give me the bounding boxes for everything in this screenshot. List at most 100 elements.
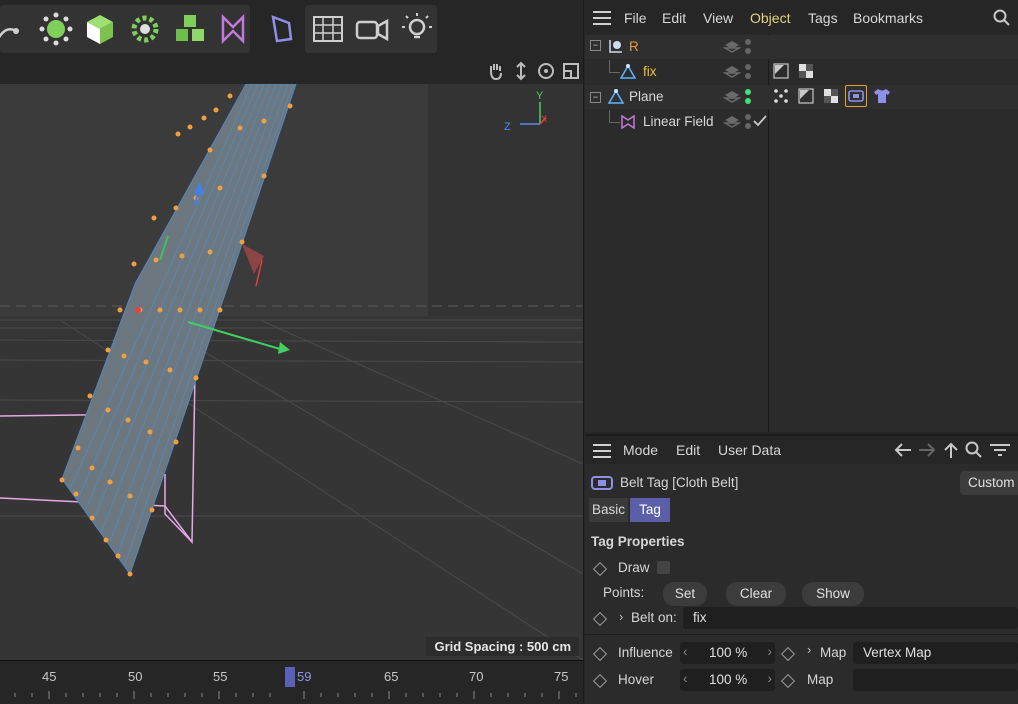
camera-icon[interactable] (352, 9, 392, 49)
filter-icon[interactable] (990, 442, 1010, 458)
hamburger-icon[interactable] (593, 443, 611, 459)
menu-view[interactable]: View (703, 10, 733, 26)
layer-icon[interactable] (723, 88, 741, 106)
selection-tag-icon[interactable] (773, 63, 789, 79)
map-field[interactable]: Vertex Map (853, 642, 1018, 664)
attribute-manager-menubar: Mode Edit User Data (585, 436, 1018, 464)
belt-tag-selected[interactable] (845, 85, 867, 107)
show-button[interactable]: Show (802, 582, 864, 606)
object-row-linear-field[interactable]: Linear Field (585, 110, 1018, 134)
keyframe-diamond-icon[interactable] (592, 611, 608, 627)
forward-arrow-icon[interactable] (917, 442, 937, 458)
editor-visibility-dot[interactable] (745, 39, 751, 45)
back-arrow-icon[interactable] (893, 442, 913, 458)
menu-mode[interactable]: Mode (623, 442, 658, 458)
deformer-icon[interactable] (261, 9, 301, 49)
points-label: Points: (603, 585, 645, 600)
keyframe-diamond-icon[interactable] (780, 673, 796, 689)
up-arrow-icon[interactable] (943, 441, 959, 459)
panel-divider[interactable] (583, 0, 584, 702)
custom-button[interactable]: Custom (960, 471, 1018, 495)
object-row-plane[interactable]: − Plane (585, 85, 1018, 109)
editor-visibility-dot[interactable] (745, 114, 751, 120)
menu-file[interactable]: File (624, 10, 647, 26)
move-view-icon[interactable] (511, 61, 531, 81)
menu-bookmarks[interactable]: Bookmarks (853, 10, 923, 26)
decrement-arrow-icon[interactable]: ‹ (683, 671, 688, 686)
gear-cloner-icon[interactable] (125, 9, 165, 49)
decrement-arrow-icon[interactable]: ‹ (683, 644, 688, 659)
point-mode-icon[interactable] (36, 9, 76, 49)
enabled-check-icon[interactable] (753, 114, 767, 128)
rotate-view-icon[interactable] (536, 61, 556, 81)
layer-icon[interactable] (723, 63, 741, 81)
map2-field[interactable] (853, 669, 1018, 691)
object-row-r[interactable]: − R (585, 35, 1018, 59)
tab-basic[interactable]: Basic (589, 498, 628, 522)
render-visibility-dot[interactable] (745, 73, 751, 79)
set-button[interactable]: Set (663, 582, 707, 606)
search-icon[interactable] (965, 441, 983, 459)
timeline-label: 75 (554, 669, 569, 684)
menu-edit[interactable]: Edit (676, 442, 700, 458)
expand-arrow-icon[interactable]: › (619, 609, 623, 624)
attribute-manager: Mode Edit User Data Belt Tag [Cloth Belt… (585, 434, 1018, 704)
maximize-view-icon[interactable] (561, 61, 581, 81)
cloth-tag-icon[interactable] (873, 88, 891, 104)
increment-arrow-icon[interactable]: › (768, 644, 773, 659)
render-visibility-dot[interactable] (745, 48, 751, 54)
collapse-toggle-icon[interactable]: − (590, 40, 601, 51)
keyframe-diamond-icon[interactable] (780, 646, 796, 662)
editor-visibility-dot[interactable] (745, 89, 751, 95)
object-name: fix (643, 64, 657, 79)
timeline-label: 55 (213, 669, 228, 684)
timeline-ruler (14, 691, 577, 699)
menu-edit[interactable]: Edit (662, 10, 686, 26)
keyframe-diamond-icon[interactable] (592, 561, 608, 577)
belt-on-field[interactable]: fix (683, 607, 1018, 629)
3d-viewport[interactable]: Y Z X Grid Spacing : 500 cm (0, 84, 583, 660)
keyframe-diamond-icon[interactable] (592, 673, 608, 689)
hover-value: 100 % (709, 672, 748, 687)
influence-field[interactable]: ‹ 100 % › (680, 642, 775, 664)
layer-icon[interactable] (723, 113, 741, 131)
expand-arrow-icon[interactable]: › (807, 642, 811, 657)
keyframe-diamond-icon[interactable] (592, 646, 608, 662)
draw-checkbox[interactable] (657, 561, 670, 574)
layer-icon[interactable] (723, 38, 741, 56)
increment-arrow-icon[interactable]: › (768, 671, 773, 686)
stack-icon[interactable] (170, 9, 210, 49)
floor-grid-icon[interactable] (308, 9, 348, 49)
current-frame-label: 59 (297, 669, 312, 684)
separator (585, 634, 1018, 635)
hamburger-icon[interactable] (593, 10, 611, 26)
texture-tag-icon[interactable] (798, 63, 814, 79)
render-visibility-dot[interactable] (745, 98, 751, 104)
cube-icon[interactable] (80, 9, 120, 49)
search-icon[interactable] (993, 9, 1011, 27)
menu-object[interactable]: Object (750, 10, 790, 26)
texture-tag-icon[interactable] (823, 88, 839, 104)
object-row-fix[interactable]: fix (585, 60, 1018, 84)
playhead[interactable] (285, 667, 295, 687)
viewport-header (0, 58, 583, 84)
collapse-toggle-icon[interactable]: − (590, 92, 601, 103)
clear-button[interactable]: Clear (726, 582, 786, 606)
vertex-map-tag-icon[interactable] (773, 88, 789, 104)
hover-label: Hover (618, 672, 655, 687)
main-toolbar (0, 0, 583, 59)
light-icon[interactable] (397, 9, 437, 49)
pan-icon[interactable] (486, 61, 506, 81)
pen-icon[interactable] (0, 9, 32, 49)
tab-tag[interactable]: Tag (630, 498, 670, 522)
render-visibility-dot[interactable] (745, 123, 751, 129)
menu-tags[interactable]: Tags (808, 10, 838, 26)
map2-label: Map (807, 672, 834, 687)
selection-tag-icon[interactable] (798, 88, 814, 104)
field-icon[interactable] (215, 9, 255, 49)
menu-user-data[interactable]: User Data (718, 442, 781, 458)
hover-field[interactable]: ‹ 100 % › (680, 669, 775, 691)
editor-visibility-dot[interactable] (745, 64, 751, 70)
viewport-scene: Y Z X (0, 84, 583, 660)
timeline[interactable]: 45 50 55 59 65 70 75 (0, 660, 583, 703)
